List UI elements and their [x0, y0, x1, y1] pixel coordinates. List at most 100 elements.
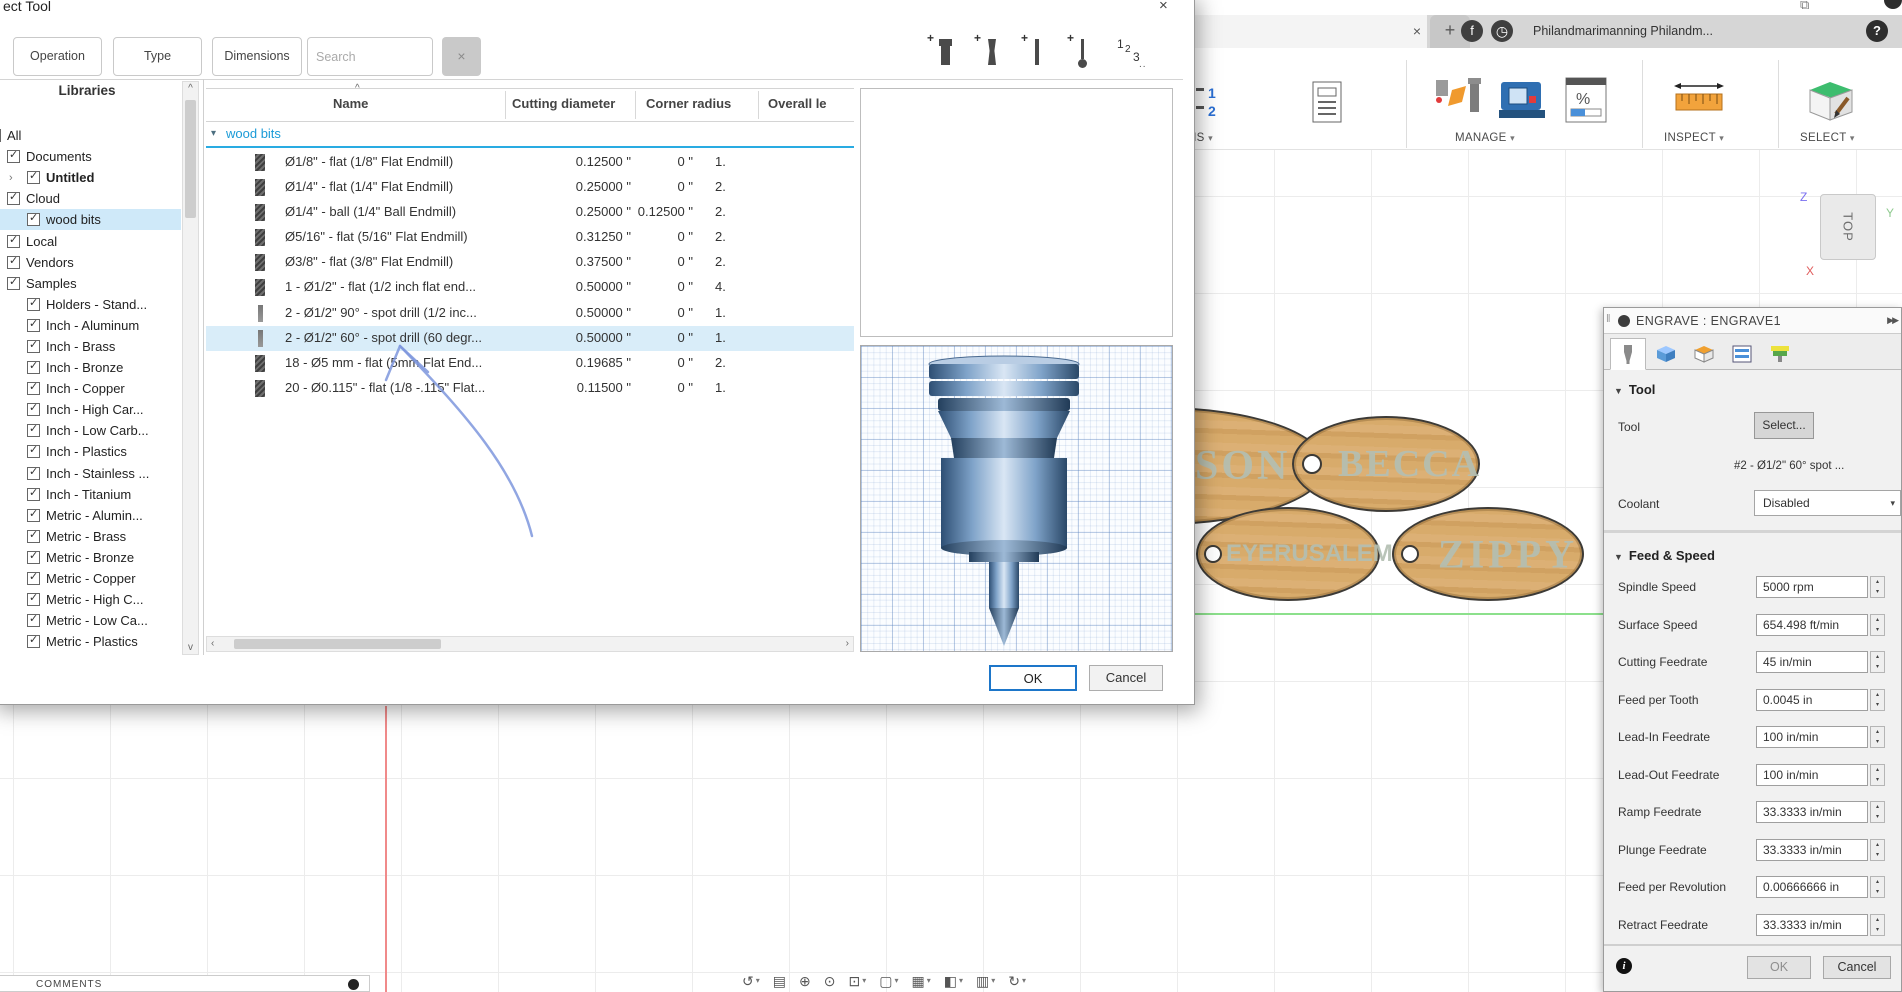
select-group-label[interactable]: SELECT ▾	[1800, 132, 1855, 144]
feed-field-input[interactable]: 33.3333 in/min	[1756, 914, 1868, 936]
expand-panel-icon[interactable]: ▶▶	[1887, 315, 1897, 326]
grid-icon[interactable]: ▦ ▾	[911, 973, 930, 992]
feed-field-input[interactable]: 5000 rpm	[1756, 576, 1868, 598]
feed-field-input[interactable]: 0.00666666 in	[1756, 876, 1868, 898]
fit-icon[interactable]: ⊡ ▾	[848, 973, 866, 992]
tool-row[interactable]: 1 - Ø1/2" - flat (1/2 inch flat end... 0…	[206, 275, 854, 300]
checkbox[interactable]: ✓	[27, 509, 40, 522]
tool-group-row[interactable]: ▾ wood bits	[206, 124, 854, 146]
spinner-stepper[interactable]: ▴▾	[1870, 689, 1885, 711]
library-tree-item[interactable]: ✓ Metric - Plastics	[0, 631, 181, 652]
library-tree-item[interactable]: ✓ Inch - Plastics	[0, 441, 181, 462]
measure-icon[interactable]	[1672, 78, 1728, 125]
checkbox[interactable]: ✓	[0, 129, 1, 142]
checkbox[interactable]: ✓	[27, 530, 40, 543]
checkbox[interactable]: ✓	[27, 488, 40, 501]
checkbox[interactable]: ✓	[27, 445, 40, 458]
library-tree-item[interactable]: › ✓ Local	[0, 230, 181, 251]
tool-select-button[interactable]: Select...	[1754, 412, 1814, 439]
look-at-icon[interactable]: ▤	[773, 973, 786, 992]
orbit-icon[interactable]: ↺ ▾	[742, 973, 760, 992]
engrave-cancel-button[interactable]: Cancel	[1823, 956, 1891, 979]
engrave-dialog-header[interactable]: ‖ ENGRAVE : ENGRAVE1 ▶▶	[1604, 308, 1901, 334]
library-tree-item[interactable]: › ✓ Samples	[0, 273, 181, 294]
feed-field-input[interactable]: 100 in/min	[1756, 764, 1868, 786]
spinner-stepper[interactable]: ▴▾	[1870, 651, 1885, 673]
checkbox[interactable]: ✓	[7, 235, 20, 248]
chevron-down-icon[interactable]: ▾	[756, 973, 760, 989]
pan-icon[interactable]: ⊕	[799, 973, 811, 992]
manage-group-label[interactable]: MANAGE ▾	[1455, 132, 1515, 144]
tool-row[interactable]: Ø5/16" - flat (5/16" Flat Endmill) 0.312…	[206, 225, 854, 250]
checkbox[interactable]: ✓	[27, 572, 40, 585]
library-tree-item[interactable]: ✓ Inch - Bronze	[0, 357, 181, 378]
feed-field-input[interactable]: 100 in/min	[1756, 726, 1868, 748]
chevron-down-icon[interactable]: ▾	[959, 973, 963, 989]
checkbox[interactable]: ✓	[27, 614, 40, 627]
library-tree-item[interactable]: ✓ Inch - High Car...	[0, 399, 181, 420]
library-tree-item[interactable]: ✓ Metric - Bronze	[0, 547, 181, 568]
tab-linking[interactable]	[1762, 338, 1798, 370]
comments-bar[interactable]: COMMENTS	[0, 975, 370, 992]
spinner-stepper[interactable]: ▴▾	[1870, 764, 1885, 786]
column-header-cutting-diameter[interactable]: Cutting diameter	[512, 96, 615, 111]
close-icon[interactable]: ×	[1159, 0, 1168, 14]
avatar[interactable]	[1884, 0, 1902, 9]
wood-tag-zippy[interactable]: ZIPPY	[1392, 507, 1584, 601]
tab-passes[interactable]	[1724, 338, 1760, 370]
help-icon[interactable]: ?	[1866, 20, 1888, 42]
spinner-stepper[interactable]: ▴▾	[1870, 801, 1885, 823]
machining-time-icon[interactable]: %	[1562, 76, 1614, 129]
feed-field-input[interactable]: 654.498 ft/min	[1756, 614, 1868, 636]
library-tree-item[interactable]: ✓ Inch - Brass	[0, 336, 181, 357]
tool-row[interactable]: 2 - Ø1/2" 60° - spot drill (60 degr... 0…	[206, 326, 854, 351]
feed-section-header[interactable]: ▼Feed & Speed	[1614, 548, 1715, 563]
tool-row[interactable]: Ø1/4" - flat (1/4" Flat Endmill) 0.25000…	[206, 175, 854, 200]
library-tree-item[interactable]: ✓ Inch - Titanium	[0, 484, 181, 505]
checkbox[interactable]: ✓	[27, 340, 40, 353]
select-brush-icon[interactable]	[1802, 74, 1858, 127]
chevron-down-icon[interactable]: ▾	[927, 973, 931, 989]
close-tab-icon[interactable]: ×	[1408, 22, 1426, 40]
search-input[interactable]	[307, 37, 433, 76]
filter-type-button[interactable]: Type	[113, 37, 202, 76]
library-tree-item[interactable]: ✓ Inch - Low Carb...	[0, 420, 181, 441]
checkbox[interactable]: ✓	[27, 593, 40, 606]
libraries-scrollbar[interactable]: ^ v	[182, 81, 199, 655]
chevron-down-icon[interactable]: ▾	[862, 973, 866, 989]
info-icon[interactable]: i	[1616, 958, 1632, 974]
spinner-stepper[interactable]: ▴▾	[1870, 914, 1885, 936]
tab-heights[interactable]	[1686, 338, 1722, 370]
wood-tag-eyerusalem[interactable]: EYERUSALEM	[1196, 507, 1380, 601]
inspect-group-label[interactable]: INSPECT ▾	[1664, 132, 1724, 144]
table-horizontal-scrollbar[interactable]: ‹ ›	[206, 636, 854, 652]
tool-row[interactable]: 20 - Ø0.115" - flat (1/8 -.115" Flat... …	[206, 376, 854, 401]
library-tree-item[interactable]: ✓ Metric - Brass	[0, 526, 181, 547]
new-turn-tool-icon[interactable]: +	[976, 35, 1010, 75]
chevron-down-icon[interactable]: ▾	[1022, 973, 1026, 989]
library-tree-item[interactable]: ✓ wood bits	[0, 209, 181, 230]
checkbox[interactable]: ✓	[27, 298, 40, 311]
checkbox[interactable]: ✓	[27, 424, 40, 437]
tool-row[interactable]: Ø1/4" - ball (1/4" Ball Endmill) 0.25000…	[206, 200, 854, 225]
checkbox[interactable]: ✓	[27, 171, 40, 184]
restore-window-icon[interactable]: ⧉	[1800, 0, 1809, 13]
history-clock-icon[interactable]: ◷	[1491, 20, 1513, 42]
renumber-tools-icon[interactable]: 1 2 3 ..	[1111, 35, 1145, 75]
filter-dimensions-button[interactable]: Dimensions	[212, 37, 302, 76]
checkbox[interactable]: ✓	[7, 150, 20, 163]
feed-field-input[interactable]: 33.3333 in/min	[1756, 801, 1868, 823]
viewcube-top-face[interactable]: TOP	[1841, 212, 1856, 242]
scrollbar-thumb[interactable]	[185, 100, 196, 218]
feed-field-input[interactable]: 0.0045 in	[1756, 689, 1868, 711]
feed-field-input[interactable]: 33.3333 in/min	[1756, 839, 1868, 861]
checkbox[interactable]: ✓	[27, 213, 40, 226]
checkbox[interactable]: ✓	[27, 382, 40, 395]
tool-section-header[interactable]: ▼Tool	[1614, 382, 1655, 397]
library-tree-item[interactable]: ✓ Metric - Low Ca...	[0, 610, 181, 631]
spinner-stepper[interactable]: ▴▾	[1870, 614, 1885, 636]
filter-operation-button[interactable]: Operation	[13, 37, 102, 76]
checkbox[interactable]: ✓	[27, 403, 40, 416]
display-settings-icon[interactable]: ▢ ▾	[879, 973, 898, 992]
viewports-icon[interactable]: ◧ ▾	[944, 973, 963, 992]
